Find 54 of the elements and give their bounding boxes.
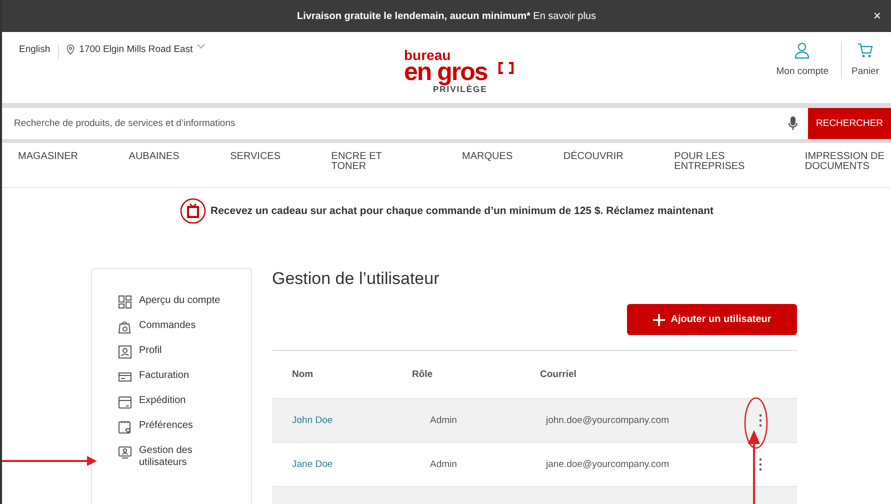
user-name-link[interactable]: John Doe [292,415,333,426]
banner-text: Livraison gratuite le lendemain, aucun minimum* En savoir plus [297,10,596,22]
profile-icon [118,345,132,359]
column-header: Nom [292,369,314,380]
nav-link[interactable]: SERVICES [230,152,281,187]
logo[interactable]: bureau en gros PRIVILÈGE [404,48,488,94]
dashboard-icon [118,295,132,309]
sidebar-item[interactable]: Expédition [118,395,251,409]
user-icon [118,445,132,459]
annotation-circle [744,397,768,449]
search-button[interactable]: RECHERCHER [808,108,891,139]
sidebar-item[interactable]: Gestion des utilisateurs [118,445,251,469]
nav-link[interactable]: MARQUES [462,152,513,187]
bracket-icon [498,62,514,74]
location-selector[interactable]: 1700 Elgin Mills Road East [59,44,205,55]
box-icon [118,395,132,409]
sidebar-item[interactable]: Aperçu du compte [118,295,251,309]
table-cell: john.doe@yourcompany.com [546,415,670,426]
language-link[interactable]: English [19,44,60,60]
plus-icon [652,314,665,326]
close-button[interactable]: × [873,8,881,23]
card-icon [118,370,132,384]
person-icon [794,42,810,59]
table-cell: jane.doe@yourcompany.com [546,459,670,470]
nav-link[interactable]: POUR LES ENTREPRISES [674,152,754,187]
nav-link[interactable]: ENCRE ET TONER [331,152,412,187]
nav-link[interactable]: AUBAINES [128,152,180,187]
more-options-icon[interactable] [757,456,764,473]
page-title: Gestion de l’utilisateur [272,269,440,289]
column-header: Rôle [412,369,433,380]
account-link[interactable]: Mon compte [764,42,841,78]
sidebar-item[interactable]: Préférences [118,420,251,434]
nav-link[interactable]: MAGASINER [18,152,78,187]
column-header: Courriel [540,369,576,380]
sidebar-item[interactable]: Profil [118,345,251,359]
table-cell: Admin [430,415,457,426]
calendar-icon [118,420,132,434]
sidebar-item[interactable]: Facturation [118,370,251,384]
pin-icon [66,44,76,55]
nav-link[interactable]: IMPRESSION DE DOCUMENTS [804,152,885,187]
gift-icon [180,198,206,224]
banner-link[interactable]: En savoir plus [533,10,596,22]
table-cell: Admin [430,459,457,470]
chevron-icon [196,44,205,49]
promo-text[interactable]: Recevez un cadeau sur achat pour chaque commande d’un minimum de 125 $. Réclamez maintenant [210,205,714,217]
more-options-icon[interactable] [757,412,764,429]
nav-link[interactable]: DÉCOUVRIR [563,152,624,187]
microphone-icon [788,116,798,131]
user-name-link[interactable]: Jane Doe [292,459,333,470]
sidebar-item[interactable]: Commandes [118,320,251,334]
add-user-button[interactable]: Ajouter un utilisateur [627,304,797,335]
cart-icon [857,42,874,59]
bag-icon [118,320,132,334]
cart-link[interactable]: Panier [840,42,891,78]
